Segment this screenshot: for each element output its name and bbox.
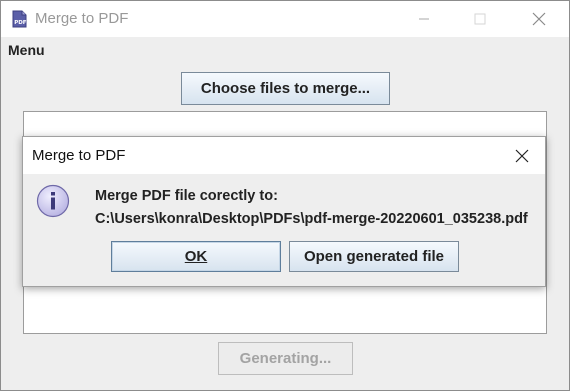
dialog-title-bar: Merge to PDF	[23, 137, 545, 174]
close-button[interactable]	[516, 1, 562, 37]
window-title: Merge to PDF	[35, 10, 129, 27]
open-generated-file-button[interactable]: Open generated file	[289, 241, 459, 272]
info-dialog: Merge to PDF Merge PDF file corectly to:…	[22, 136, 546, 287]
close-icon	[532, 12, 546, 26]
title-bar: PDF Merge to PDF	[1, 1, 569, 37]
generate-button[interactable]: Generating...	[218, 342, 353, 375]
maximize-icon	[474, 13, 486, 25]
choose-files-button[interactable]: Choose files to merge...	[181, 72, 390, 105]
info-icon	[36, 184, 70, 218]
pdf-icon: PDF	[12, 10, 27, 28]
dialog-message-heading: Merge PDF file corectly to:	[95, 188, 278, 204]
close-icon	[515, 149, 529, 163]
dialog-title: Merge to PDF	[32, 147, 126, 164]
minimize-button[interactable]	[401, 1, 447, 37]
maximize-button[interactable]	[457, 1, 503, 37]
dialog-file-path: C:\Users\konra\Desktop\PDFs\pdf-merge-20…	[95, 211, 528, 227]
menu-bar: Menu	[1, 37, 569, 63]
ok-button[interactable]: OK	[111, 241, 281, 272]
menu-item-menu[interactable]: Menu	[8, 42, 45, 58]
svg-text:PDF: PDF	[14, 20, 27, 26]
minimize-icon	[419, 18, 429, 20]
ok-button-label: OK	[184, 248, 208, 265]
dialog-close-button[interactable]	[507, 141, 537, 171]
